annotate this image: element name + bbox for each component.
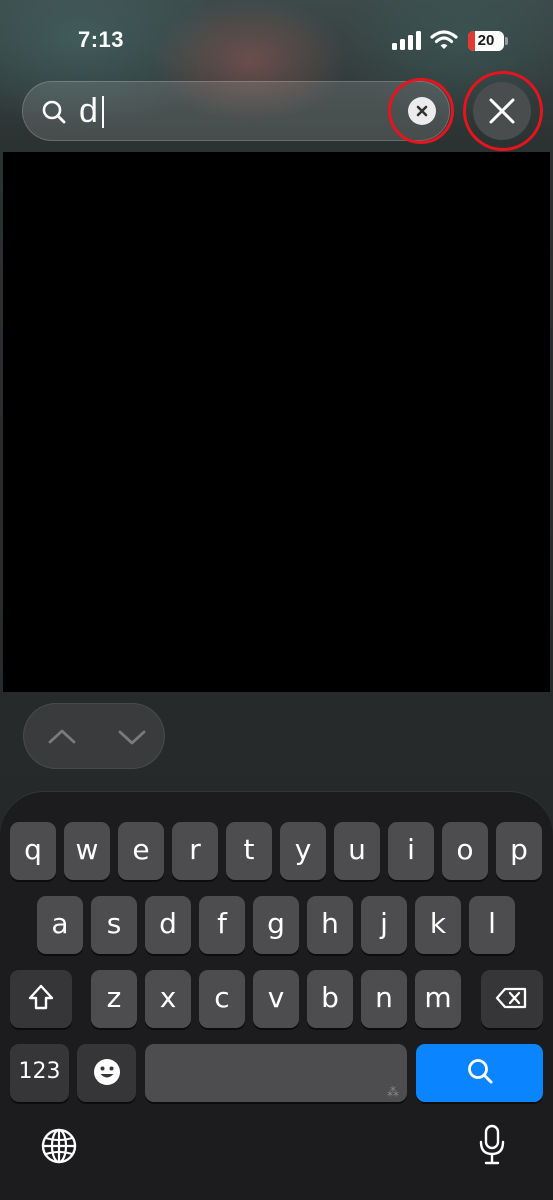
emoji-icon [93,1059,120,1085]
numbers-key[interactable]: 123 [10,1044,69,1102]
shift-icon [28,984,54,1010]
key-m[interactable]: m [415,970,461,1028]
key-b[interactable]: b [307,970,353,1028]
battery-icon: 20 [468,31,508,51]
chevron-down-icon[interactable] [112,722,152,752]
key-x[interactable]: x [145,970,191,1028]
key-z[interactable]: z [91,970,137,1028]
key-y[interactable]: y [280,822,326,880]
battery-percent: 20 [477,32,495,49]
key-t[interactable]: t [226,822,272,880]
search-icon [467,1059,492,1084]
key-f[interactable]: f [199,896,245,954]
search-key[interactable] [416,1044,543,1102]
key-e[interactable]: e [118,822,164,880]
result-navigation [23,703,165,769]
key-v[interactable]: v [253,970,299,1028]
clear-button-highlight-circle [388,78,454,144]
key-q[interactable]: q [10,822,56,880]
key-p[interactable]: p [496,822,542,880]
delete-key[interactable] [481,970,543,1028]
delete-icon [495,987,527,1009]
key-s[interactable]: s [91,896,137,954]
chevron-up-icon[interactable] [42,722,82,752]
key-u[interactable]: u [334,822,380,880]
key-a[interactable]: a [37,896,83,954]
emoji-key[interactable] [77,1044,136,1102]
key-g[interactable]: g [253,896,299,954]
globe-icon[interactable] [40,1127,78,1165]
key-i[interactable]: i [388,822,434,880]
key-j[interactable]: j [361,896,407,954]
wifi-icon [430,30,458,49]
key-c[interactable]: c [199,970,245,1028]
search-icon [42,100,66,124]
key-d[interactable]: d [145,896,191,954]
close-button-highlight-circle [463,71,543,151]
key-k[interactable]: k [415,896,461,954]
key-h[interactable]: h [307,896,353,954]
key-n[interactable]: n [361,970,407,1028]
search-input[interactable]: d [22,81,450,141]
search-query-text[interactable]: d [79,91,98,131]
microphone-icon[interactable] [478,1124,506,1166]
cellular-signal-icon [392,30,422,50]
search-results-area [3,152,550,692]
key-r[interactable]: r [172,822,218,880]
space-bar-hint: ⁂ [387,1085,399,1099]
space-bar[interactable]: ⁂ [145,1044,407,1102]
key-w[interactable]: w [64,822,110,880]
key-l[interactable]: l [469,896,515,954]
status-time: 7:13 [78,27,125,52]
key-o[interactable]: o [442,822,488,880]
shift-key[interactable] [10,970,72,1028]
status-bar: 7:13 20 [0,0,553,80]
text-cursor [102,96,104,128]
